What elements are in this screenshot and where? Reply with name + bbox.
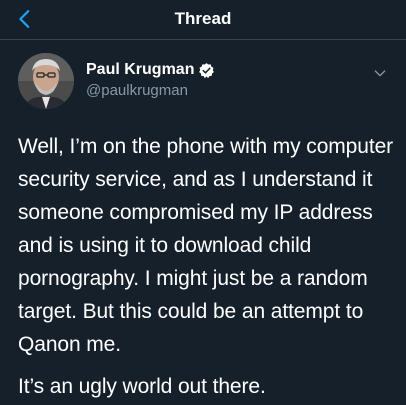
avatar[interactable] bbox=[18, 53, 74, 109]
tweet-paragraph: Well, I’m on the phone with my computer … bbox=[18, 135, 394, 356]
verified-badge-icon bbox=[199, 62, 215, 78]
author-handle[interactable]: @paulkrugman bbox=[86, 82, 188, 99]
tweet-options-button[interactable] bbox=[372, 65, 388, 81]
tweet-author: Paul Krugman @paulkrugman bbox=[18, 53, 388, 113]
author-name-row[interactable]: Paul Krugman bbox=[86, 61, 215, 79]
chevron-down-icon bbox=[374, 70, 386, 77]
author-display-name: Paul Krugman bbox=[86, 61, 195, 78]
tweet-text: Well, I’m on the phone with my computer … bbox=[18, 130, 398, 403]
avatar-photo bbox=[18, 53, 74, 109]
top-nav-bar: Thread bbox=[0, 0, 406, 40]
page-title: Thread bbox=[174, 9, 232, 28]
tweet-paragraph: It’s an ugly world out there. bbox=[18, 375, 266, 398]
